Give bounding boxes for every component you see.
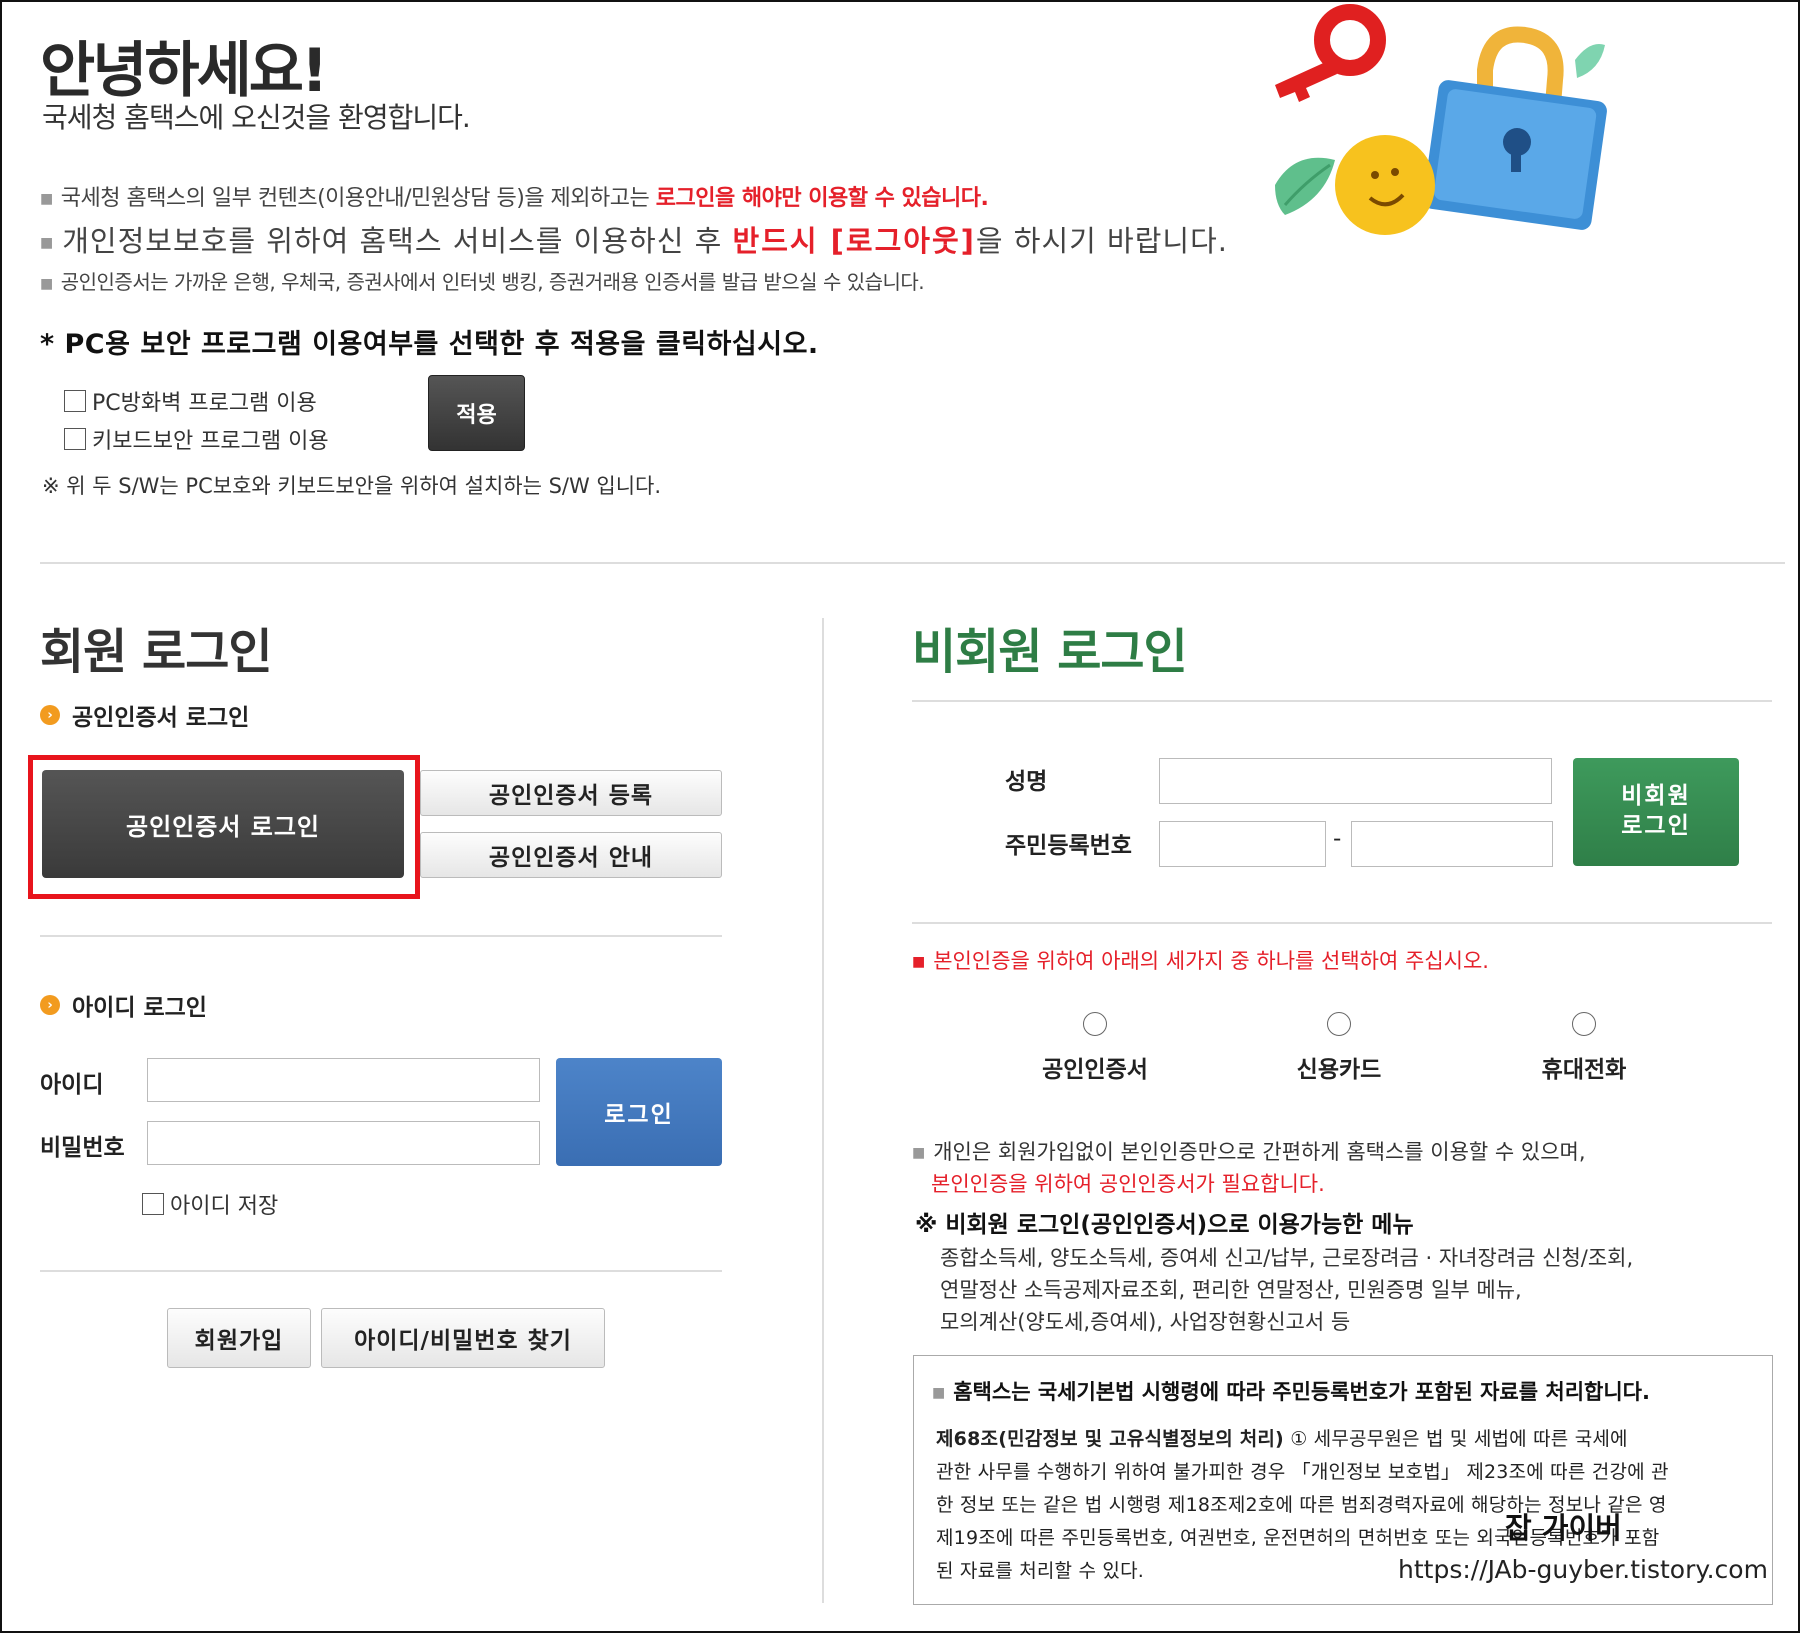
firewall-option[interactable]: PC방화벽 프로그램 이용 (64, 385, 317, 417)
join-button[interactable]: 회원가입 (167, 1308, 311, 1368)
available-menu-line: 연말정산 소득공제자료조회, 편리한 연말정산, 민원증명 일부 메뉴, (940, 1278, 1522, 1302)
id-input[interactable] (147, 1058, 540, 1102)
find-id-password-button[interactable]: 아이디/비밀번호 찾기 (321, 1308, 605, 1368)
law-notice-title-text: 홈택스는 국세기본법 시행령에 따라 주민등록번호가 포함된 자료를 처리합니다… (953, 1380, 1650, 1404)
save-id-option[interactable]: 아이디 저장 (142, 1188, 278, 1220)
notice-logout: ■ 개인정보보호를 위하여 홈택스 서비스를 이용하신 후 반드시 [로그아웃]을… (40, 218, 1228, 260)
bullet-icon: ■ (40, 275, 53, 292)
notice-login-required: ■ 국세청 홈택스의 일부 컨텐츠(이용안내/민원상담 등)을 제외하고는 로그인… (40, 180, 989, 212)
verify-cert-radio[interactable] (1083, 1012, 1107, 1036)
law-text-line: 제68조(민감정보 및 고유식별정보의 처리) ① 세무공무원은 법 및 세법에… (936, 1424, 1628, 1451)
column-divider (822, 618, 824, 1603)
section-divider (40, 562, 1785, 564)
firewall-label: PC방화벽 프로그램 이용 (92, 391, 317, 416)
verify-cert-label: 공인인증서 (1042, 1057, 1148, 1083)
firewall-checkbox[interactable] (64, 390, 86, 412)
nonmember-login-label: 로그인 (1621, 813, 1691, 839)
rrn-back-input[interactable] (1351, 821, 1553, 867)
cert-guide-button[interactable]: 공인인증서 안내 (420, 832, 722, 878)
notice-text: 국세청 홈택스의 일부 컨텐츠(이용안내/민원상담 등)을 제외하고는 (60, 186, 656, 211)
verify-phone-label: 휴대전화 (1541, 1057, 1627, 1083)
keyboard-security-label: 키보드보안 프로그램 이용 (92, 429, 329, 454)
law-text-line: 된 자료를 처리할 수 있다. (936, 1560, 1144, 1582)
available-menu-line: 모의계산(양도세,증여세), 사업장현황신고서 등 (940, 1310, 1351, 1334)
cert-login-button[interactable]: 공인인증서 로그인 (42, 770, 404, 878)
nonmember-login-label: 비회원 (1621, 783, 1691, 810)
notice-text: 을 하시기 바랍니다. (975, 224, 1228, 258)
chevron-right-icon: › (40, 705, 60, 725)
verify-card-label: 신용카드 (1296, 1057, 1382, 1083)
bullet-icon: ■ (912, 1145, 926, 1161)
nonmember-info-emphasis: 본인인증을 위하여 공인인증서가 필요합니다. (931, 1172, 1325, 1196)
nonmember-info-text: 개인은 회원가입없이 본인인증만으로 간편하게 홈택스를 이용할 수 있으며, (933, 1140, 1586, 1164)
watermark-url: https://JAb-guyber.tistory.com (1398, 1555, 1768, 1584)
member-divider (40, 935, 722, 937)
bullet-icon: ■ (40, 235, 55, 251)
nonmember-login-title: 비회원 로그인 (912, 624, 1188, 680)
verify-notice-text: 본인인증을 위하여 아래의 세가지 중 하나를 선택하여 주십시오. (933, 949, 1489, 973)
law-notice-title: ■ 홈택스는 국세기본법 시행령에 따라 주민등록번호가 포함된 자료를 처리합니… (932, 1376, 1650, 1406)
smiley-icon (1335, 135, 1435, 235)
login-button[interactable]: 로그인 (556, 1058, 722, 1166)
password-input[interactable] (147, 1121, 540, 1165)
member-bottom-divider (40, 1270, 722, 1272)
rrn-label: 주민등록번호 (1005, 833, 1132, 859)
security-illustration (1275, 4, 1607, 235)
password-label: 비밀번호 (40, 1135, 125, 1161)
verify-notice: ■ 본인인증을 위하여 아래의 세가지 중 하나를 선택하여 주십시오. (912, 945, 1489, 975)
name-input[interactable] (1159, 758, 1552, 804)
name-label: 성명 (1005, 769, 1048, 795)
cert-register-button[interactable]: 공인인증서 등록 (420, 770, 722, 816)
bullet-icon: ■ (40, 191, 53, 207)
sw-note: ※ 위 두 S/W는 PC보호와 키보드보안을 위하여 설치하는 S/W 입니다… (42, 474, 662, 498)
leaf-icon (1275, 157, 1335, 215)
law-text: ① 세무공무원은 법 및 세법에 따른 국세에 (1290, 1428, 1628, 1450)
notice-text: 공인인증서는 가까운 은행, 우체국, 증권사에서 인터넷 뱅킹, 증권거래용 … (60, 270, 925, 294)
id-label: 아이디 (40, 1072, 104, 1098)
watermark-name: 잡 가이버 (1505, 1511, 1622, 1545)
welcome-text: 국세청 홈택스에 오신것을 환영합니다. (42, 101, 471, 134)
member-login-title: 회원 로그인 (40, 624, 273, 680)
rrn-separator: - (1333, 826, 1342, 852)
apply-button[interactable]: 적용 (428, 375, 525, 451)
notice-emphasis: 반드시 [로그아웃] (732, 224, 976, 258)
cert-login-subtitle: › 공인인증서 로그인 (40, 698, 249, 732)
available-menu-title: ※ 비회원 로그인(공인인증서)으로 이용가능한 메뉴 (915, 1212, 1414, 1238)
notice-emphasis: 로그인을 해야만 이용할 수 있습니다. (655, 186, 989, 211)
available-menu-line: 종합소득세, 양도소득세, 증여세 신고/납부, 근로장려금 · 자녀장려금 신… (940, 1246, 1634, 1270)
law-text-line: 관한 사무를 수행하기 위하여 불가피한 경우 「개인정보 보호법」 제23조에… (936, 1461, 1669, 1483)
save-id-label: 아이디 저장 (170, 1194, 279, 1219)
verify-phone-radio[interactable] (1572, 1012, 1596, 1036)
keyboard-security-checkbox[interactable] (64, 428, 86, 450)
verify-card-radio[interactable] (1327, 1012, 1351, 1036)
cert-login-subtitle-text: 공인인증서 로그인 (72, 705, 250, 731)
id-login-subtitle-text: 아이디 로그인 (72, 995, 207, 1021)
key-icon (1275, 4, 1386, 102)
save-id-checkbox[interactable] (142, 1193, 164, 1215)
id-login-subtitle: › 아이디 로그인 (40, 988, 207, 1022)
keyboard-security-option[interactable]: 키보드보안 프로그램 이용 (64, 423, 329, 455)
nonmember-info: ■ 개인은 회원가입없이 본인인증만으로 간편하게 홈택스를 이용할 수 있으며, (912, 1136, 1586, 1166)
notice-certificate: ■ 공인인증서는 가까운 은행, 우체국, 증권사에서 인터넷 뱅킹, 증권거래용… (40, 266, 925, 295)
nonmember-divider (912, 700, 1772, 702)
rrn-front-input[interactable] (1159, 821, 1326, 867)
notice-text: 개인정보보호를 위하여 홈택스 서비스를 이용하신 후 (62, 224, 733, 258)
security-title: * PC용 보안 프로그램 이용여부를 선택한 후 적용을 클릭하십시오. (40, 329, 819, 360)
law-article: 제68조(민감정보 및 고유식별정보의 처리) (936, 1428, 1284, 1450)
bullet-icon: ■ (932, 1385, 946, 1401)
leaf-small-icon (1575, 44, 1605, 78)
nonmember-divider (912, 922, 1772, 924)
bullet-icon: ■ (912, 954, 926, 970)
nonmember-login-button[interactable]: 비회원 로그인 (1573, 758, 1739, 866)
chevron-right-icon: › (40, 995, 60, 1015)
